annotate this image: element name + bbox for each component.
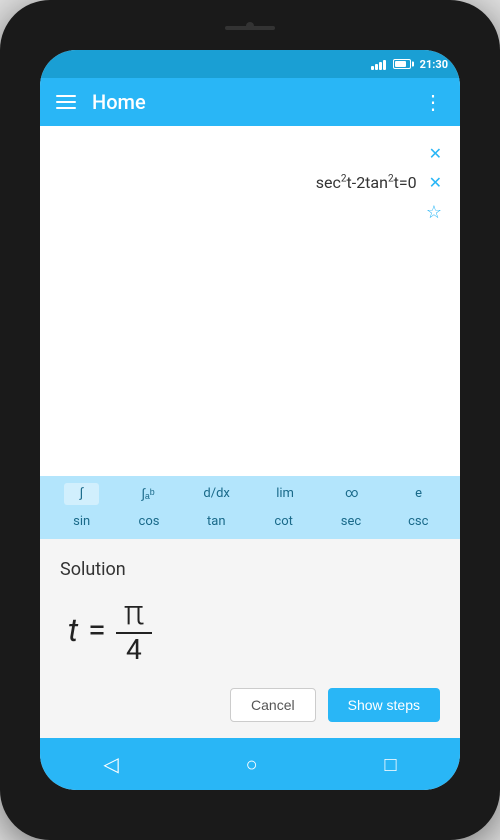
status-time: 21:30 <box>420 58 448 71</box>
key-sec[interactable]: sec <box>333 511 368 532</box>
solution-panel: Solution t = π 4 Cancel Show steps <box>40 539 460 738</box>
more-menu-button[interactable]: ⋮ <box>423 90 444 114</box>
key-limit[interactable]: lim <box>268 483 303 505</box>
key-cot[interactable]: cot <box>266 511 301 532</box>
key-derivative[interactable]: d/dx <box>197 483 235 505</box>
signal-icon <box>371 58 386 70</box>
key-csc[interactable]: csc <box>401 511 436 532</box>
menu-button[interactable] <box>56 95 76 109</box>
close-icon-top[interactable]: ✕ <box>427 142 444 165</box>
key-tan[interactable]: tan <box>199 511 234 532</box>
favorite-icon[interactable]: ☆ <box>424 200 444 225</box>
content-area: ✕ sec2t-2tan2t=0 ✕ ☆ ∫ ∫ₐᵇ d/dx lim <box>40 126 460 738</box>
bottom-nav: ◁ ○ □ <box>40 738 460 790</box>
toolbar: Home ⋮ <box>40 78 460 126</box>
keyboard-row-2: sin cos tan cot sec csc <box>40 508 460 535</box>
solution-fraction: π 4 <box>116 596 152 664</box>
phone-speaker <box>225 26 275 30</box>
status-bar: 21:30 <box>40 50 460 78</box>
home-button[interactable]: ○ <box>238 744 266 785</box>
show-steps-button[interactable]: Show steps <box>328 688 440 722</box>
battery-icon <box>393 59 411 69</box>
key-integral[interactable]: ∫ <box>64 483 99 505</box>
fraction-denominator: 4 <box>126 636 142 664</box>
equation-row: sec2t-2tan2t=0 ✕ <box>56 171 444 194</box>
status-bar-right: 21:30 <box>371 58 448 71</box>
key-infinity[interactable]: ∞ <box>334 483 369 505</box>
recents-button[interactable]: □ <box>376 744 404 785</box>
close-equation-button[interactable]: ✕ <box>427 171 444 194</box>
math-keyboard: ∫ ∫ₐᵇ d/dx lim ∞ e sin cos tan cot sec c… <box>40 476 460 539</box>
solution-buttons: Cancel Show steps <box>60 688 440 722</box>
solution-equals: = <box>88 611 106 649</box>
solution-title: Solution <box>60 559 440 580</box>
fraction-numerator: π <box>116 596 152 630</box>
phone-screen: 21:30 Home ⋮ ✕ sec2t-2tan2t= <box>40 50 460 790</box>
empty-equation-row: ✕ <box>56 142 444 165</box>
equation-area: ✕ sec2t-2tan2t=0 ✕ ☆ <box>40 126 460 476</box>
phone-frame: 21:30 Home ⋮ ✕ sec2t-2tan2t= <box>0 0 500 840</box>
cancel-button[interactable]: Cancel <box>230 688 316 722</box>
toolbar-title: Home <box>92 90 423 114</box>
solution-math: t = π 4 <box>60 596 440 664</box>
key-definite-integral[interactable]: ∫ₐᵇ <box>131 483 166 505</box>
key-cos[interactable]: cos <box>131 511 166 532</box>
solution-variable: t <box>68 611 78 649</box>
keyboard-row-1: ∫ ∫ₐᵇ d/dx lim ∞ e <box>40 480 460 508</box>
star-row: ☆ <box>56 200 444 225</box>
key-euler[interactable]: e <box>401 483 436 505</box>
key-sin[interactable]: sin <box>64 511 99 532</box>
equation-display: sec2t-2tan2t=0 <box>316 173 417 192</box>
back-button[interactable]: ◁ <box>95 744 126 784</box>
